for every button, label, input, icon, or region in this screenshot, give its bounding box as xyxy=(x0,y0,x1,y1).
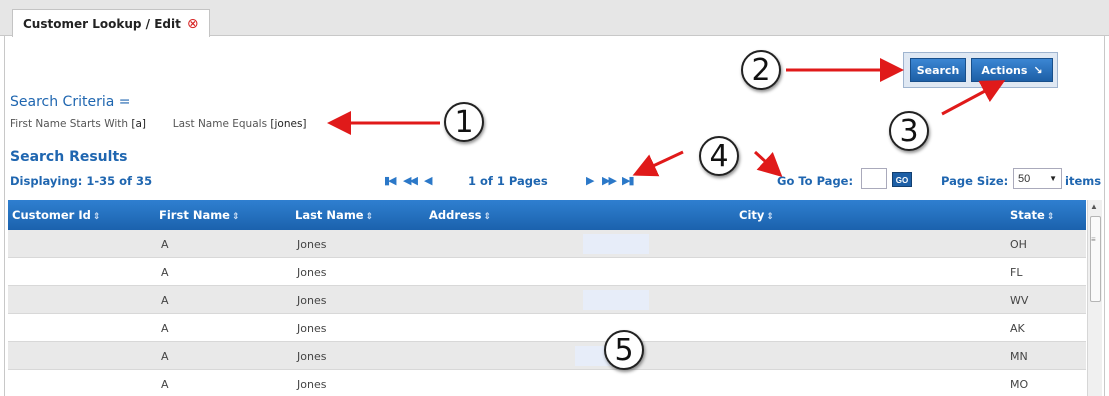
cell-last-name: Jones xyxy=(297,294,327,307)
sort-icon: ⇕ xyxy=(1046,212,1055,222)
page-size-value: 50 xyxy=(1018,172,1031,185)
actions-button[interactable]: Actions ↘ xyxy=(971,58,1053,82)
cell-state: FL xyxy=(1010,266,1023,279)
sort-icon: ⇕ xyxy=(231,212,240,222)
column-header-city[interactable]: City ⇕ xyxy=(739,208,774,222)
column-header-last-name[interactable]: Last Name ⇕ xyxy=(295,208,373,222)
cell-first-name: A xyxy=(161,378,169,391)
page-size-select[interactable]: 50 ▼ xyxy=(1013,168,1062,189)
sort-icon: ⇕ xyxy=(92,212,101,222)
search-criteria-title: Search Criteria = xyxy=(10,94,131,110)
cell-state: MN xyxy=(1010,350,1028,363)
redacted-address xyxy=(583,234,649,254)
close-icon[interactable]: ⊗ xyxy=(187,17,199,31)
tab-strip: Customer Lookup / Edit ⊗ xyxy=(0,0,1109,37)
callout-4: 4 xyxy=(699,136,739,176)
grip-icon: ≡ xyxy=(1091,235,1096,244)
chevron-down-icon: ▼ xyxy=(1049,174,1057,183)
cell-state: OH xyxy=(1010,238,1027,251)
table-row[interactable]: A Jones WV xyxy=(8,286,1086,314)
sort-icon: ⇕ xyxy=(766,212,774,222)
column-header-label: City xyxy=(739,208,765,222)
callout-1: 1 xyxy=(444,102,484,142)
first-name-criteria-label: First Name Starts With xyxy=(10,118,129,130)
last-name-criteria-label: Last Name Equals xyxy=(172,118,268,130)
first-page-icon[interactable]: ▮◀ xyxy=(384,174,396,187)
column-header-address[interactable]: Address ⇕ xyxy=(429,208,491,222)
cell-last-name: Jones xyxy=(297,238,327,251)
next-page-icon[interactable]: ▶ xyxy=(586,174,595,187)
cell-state: MO xyxy=(1010,378,1029,391)
tab-customer-lookup[interactable]: Customer Lookup / Edit ⊗ xyxy=(12,9,210,37)
cell-last-name: Jones xyxy=(297,350,327,363)
cell-last-name: Jones xyxy=(297,322,327,335)
first-name-criteria-value: [a] xyxy=(131,118,147,130)
last-page-icon[interactable]: ▶▮ xyxy=(622,174,634,187)
page-indicator: 1 of 1 Pages xyxy=(468,174,548,188)
cell-first-name: A xyxy=(161,322,169,335)
column-header-state[interactable]: State ⇕ xyxy=(1010,208,1054,222)
displaying-count: Displaying: 1-35 of 35 xyxy=(10,174,153,188)
prev-block-icon[interactable]: ◀◀ xyxy=(403,174,418,187)
redacted-address xyxy=(583,290,649,310)
table-row[interactable]: A Jones OH xyxy=(8,230,1086,258)
table-row[interactable]: A Jones AK xyxy=(8,314,1086,342)
cell-first-name: A xyxy=(161,266,169,279)
column-header-customer-id[interactable]: Customer Id ⇕ xyxy=(12,208,100,222)
search-button[interactable]: Search xyxy=(910,58,966,82)
column-header-label: Customer Id xyxy=(12,208,91,222)
goto-page-input[interactable] xyxy=(861,168,887,189)
table-row[interactable]: A Jones MN xyxy=(8,342,1086,370)
page-size-label: Page Size: xyxy=(941,174,1009,188)
goto-page-label: Go To Page: xyxy=(777,174,854,188)
arrow-down-right-icon: ↘ xyxy=(1033,63,1043,77)
search-criteria-line: First Name Starts With [a] Last Name Equ… xyxy=(10,118,307,130)
prev-page-icon[interactable]: ◀ xyxy=(424,174,433,187)
callout-5: 5 xyxy=(604,330,644,370)
column-header-first-name[interactable]: First Name ⇕ xyxy=(159,208,240,222)
cell-state: WV xyxy=(1010,294,1029,307)
sort-icon: ⇕ xyxy=(365,212,374,222)
items-label: items xyxy=(1065,174,1102,188)
tab-title: Customer Lookup / Edit xyxy=(23,16,181,31)
cell-first-name: A xyxy=(161,238,169,251)
callout-3: 3 xyxy=(889,111,929,151)
sort-icon: ⇕ xyxy=(483,212,492,222)
actions-button-label: Actions xyxy=(981,63,1028,77)
column-header-label: Last Name xyxy=(295,208,364,222)
go-button[interactable]: GO xyxy=(892,172,912,187)
cell-last-name: Jones xyxy=(297,378,327,391)
table-row[interactable]: A Jones FL xyxy=(8,258,1086,286)
last-name-criteria-value: [jones] xyxy=(270,118,307,130)
cell-state: AK xyxy=(1010,322,1025,335)
callout-2: 2 xyxy=(741,50,781,90)
cell-first-name: A xyxy=(161,294,169,307)
search-button-label: Search xyxy=(916,63,960,77)
column-header-label: First Name xyxy=(159,208,230,222)
cell-first-name: A xyxy=(161,350,169,363)
scrollbar-thumb[interactable] xyxy=(1090,216,1101,302)
next-block-icon[interactable]: ▶▶ xyxy=(602,174,617,187)
search-results-title: Search Results xyxy=(10,149,128,165)
table-header: Customer Id ⇕ First Name ⇕ Last Name ⇕ Addr… xyxy=(8,200,1086,230)
scroll-up-icon[interactable]: ▲ xyxy=(1090,202,1098,211)
column-header-label: State xyxy=(1010,208,1045,222)
column-header-label: Address xyxy=(429,208,482,222)
table-row[interactable]: A Jones MO xyxy=(8,370,1086,396)
cell-last-name: Jones xyxy=(297,266,327,279)
vertical-scrollbar[interactable]: ▲ ≡ xyxy=(1087,200,1102,396)
results-table: Customer Id ⇕ First Name ⇕ Last Name ⇕ Addr… xyxy=(8,200,1086,396)
